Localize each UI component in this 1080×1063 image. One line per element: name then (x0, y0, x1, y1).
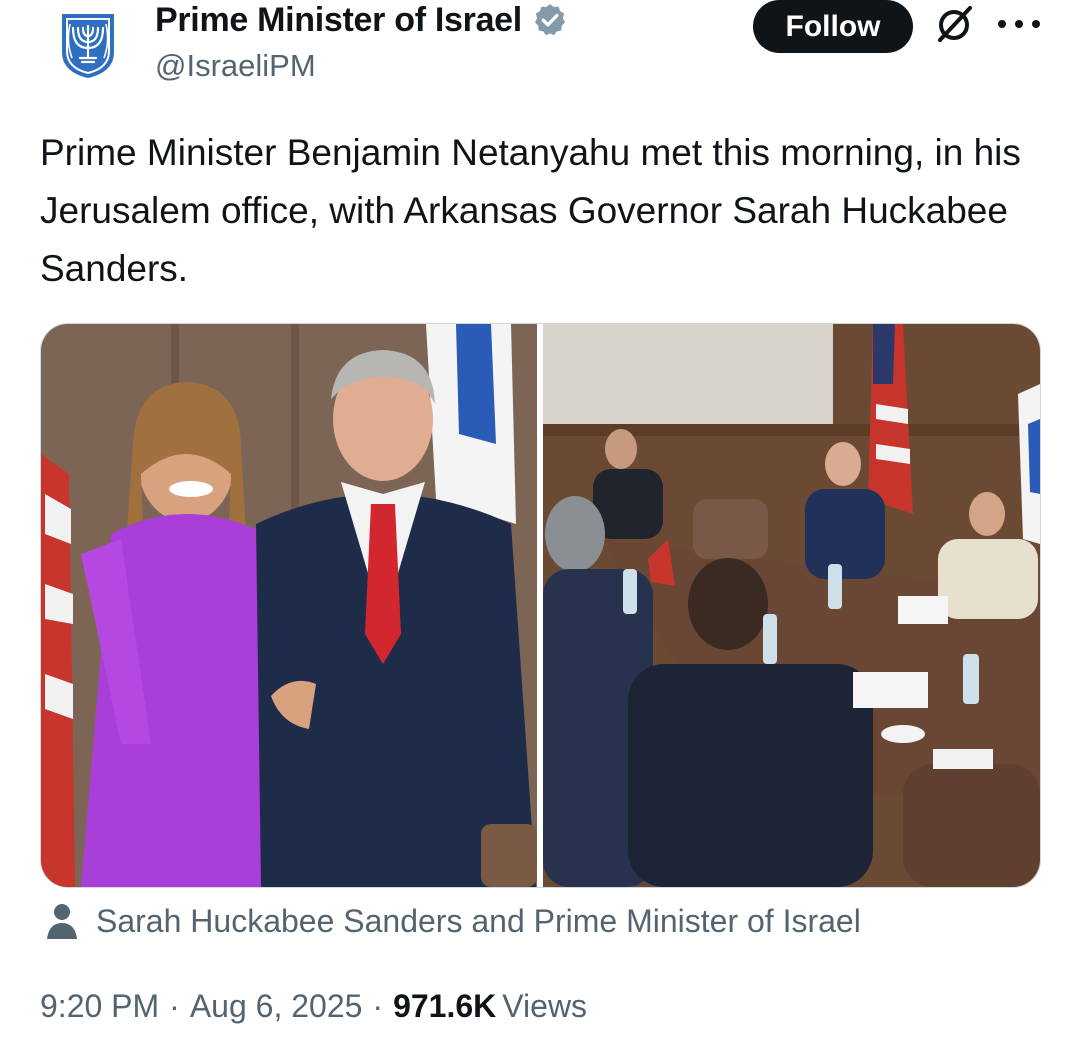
avatar[interactable] (40, 0, 136, 92)
grok-icon[interactable] (932, 3, 976, 47)
tweet-meta: 9:20 PM · Aug 6, 2025 · 971.6K Views (40, 988, 587, 1025)
dot (1015, 20, 1023, 28)
media-photo-handshake[interactable] (41, 324, 537, 887)
tweet-media (40, 323, 1041, 888)
handshake-photo-illustration (41, 324, 537, 887)
tweet-text: Prime Minister Benjamin Netanyahu met th… (40, 132, 1021, 289)
dot (1032, 20, 1040, 28)
meta-separator: · (169, 988, 180, 1024)
tweet-time[interactable]: 9:20 PM (40, 988, 159, 1025)
tagged-people[interactable]: Sarah Huckabee Sanders and Prime Ministe… (46, 898, 861, 944)
author-handle[interactable]: @IsraeliPM (155, 48, 316, 84)
views-label: Views (502, 988, 588, 1024)
tagged-caption[interactable]: Sarah Huckabee Sanders and Prime Ministe… (96, 903, 861, 940)
author-name[interactable]: Prime Minister of Israel (155, 1, 522, 40)
views-count[interactable]: 971.6K (393, 988, 496, 1025)
tweet-date[interactable]: Aug 6, 2025 (190, 988, 363, 1025)
person-icon (47, 904, 77, 939)
author-name-row[interactable]: Prime Minister of Israel (155, 0, 568, 40)
more-options-icon[interactable] (998, 4, 1040, 44)
dot (998, 20, 1006, 28)
verified-badge-icon[interactable] (532, 2, 568, 38)
israel-emblem-icon (62, 14, 114, 78)
follow-button[interactable]: Follow (753, 0, 913, 53)
meeting-photo-illustration (543, 324, 1040, 887)
media-photo-meeting[interactable] (543, 324, 1040, 887)
meta-separator: · (372, 988, 384, 1024)
